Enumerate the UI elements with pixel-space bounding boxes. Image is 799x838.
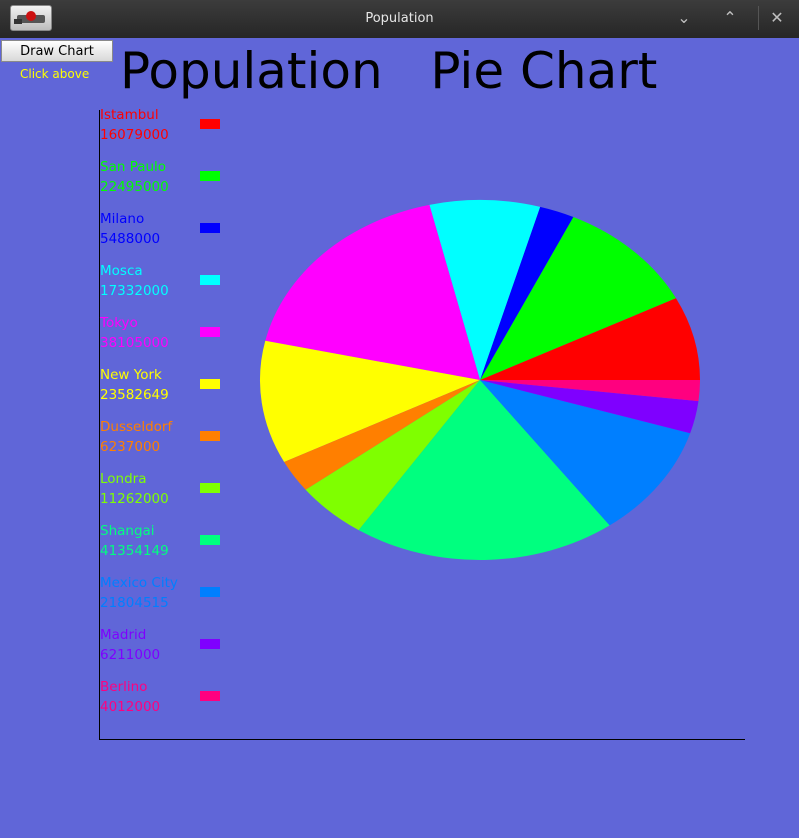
legend-value-istambul: 16079000 [100,127,169,143]
legend-swatch-new-york [200,379,220,389]
legend-label-istambul: Istambul [100,107,159,123]
legend-value-tokyo: 38105000 [100,335,169,351]
legend-swatch-dusseldorf [200,431,220,441]
legend-value-san-paulo: 22495000 [100,179,169,195]
legend-value-milano: 5488000 [100,231,160,247]
legend-swatch-madrid [200,639,220,649]
legend-value-mexico-city: 21804515 [100,595,169,611]
legend-label-dusseldorf: Dusseldorf [100,419,173,435]
legend-label-madrid: Madrid [100,627,146,643]
legend-label-new-york: New York [100,367,162,383]
legend-value-londra: 11262000 [100,491,169,507]
legend-swatch-milano [200,223,220,233]
legend-value-madrid: 6211000 [100,647,160,663]
legend-swatch-berlino [200,691,220,701]
legend-swatch-san-paulo [200,171,220,181]
legend-label-berlino: Berlino [100,679,147,695]
legend-swatch-istambul [200,119,220,129]
legend-label-londra: Londra [100,471,147,487]
legend-label-mexico-city: Mexico City [100,575,178,591]
legend-label-milano: Milano [100,211,144,227]
legend-value-mosca: 17332000 [100,283,169,299]
legend-label-tokyo: Tokyo [99,315,138,331]
legend-swatch-shangai [200,535,220,545]
legend-swatch-mosca [200,275,220,285]
legend-value-dusseldorf: 6237000 [100,439,160,455]
legend-label-mosca: Mosca [100,263,143,279]
legend-value-shangai: 41354149 [100,543,169,559]
legend-swatch-londra [200,483,220,493]
legend-value-new-york: 23582649 [100,387,169,403]
pie-chart: Istambul 16079000 San Paulo 22495000 Milano 5… [99,107,745,740]
legend-label-shangai: Shangai [100,523,155,539]
legend-swatch-mexico-city [200,587,220,597]
legend-swatch-tokyo [200,327,220,337]
legend-label-san-paulo: San Paulo [100,159,166,175]
legend-value-berlino: 4012000 [100,699,160,715]
